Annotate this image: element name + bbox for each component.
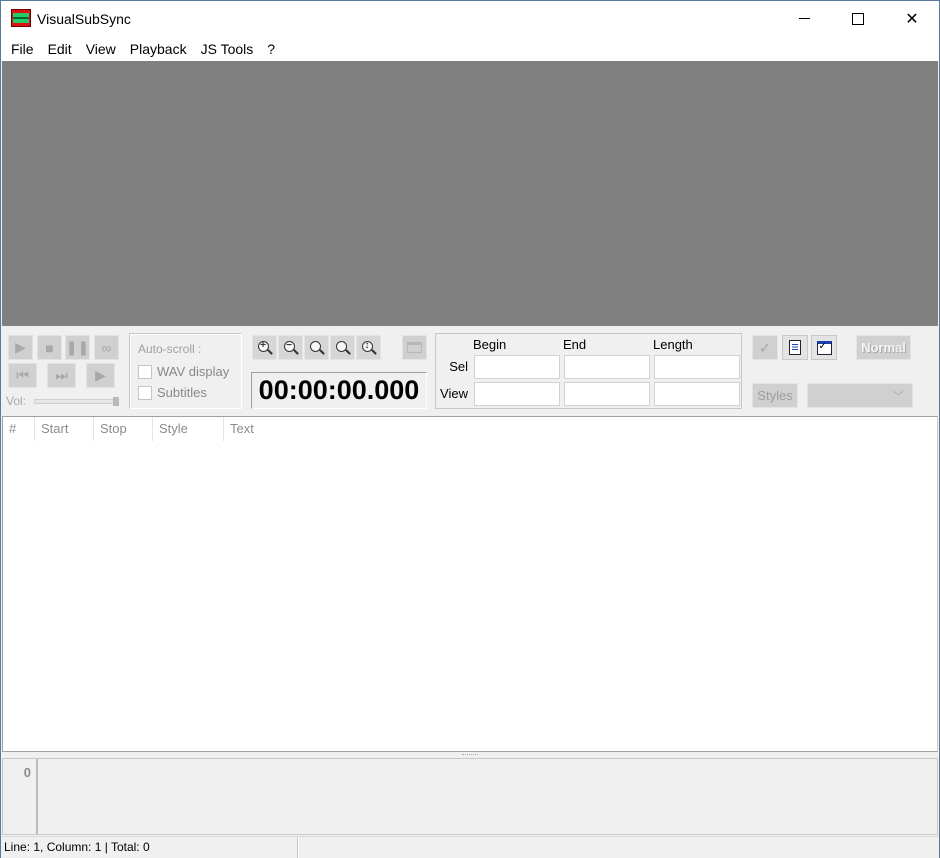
style-select[interactable]: ﹀ <box>807 383 913 408</box>
window-title: VisualSubSync <box>37 11 131 27</box>
list-header: # Start Stop Style Text <box>3 417 937 441</box>
view-begin-field[interactable] <box>474 382 560 406</box>
checkbox-box[interactable] <box>138 364 152 379</box>
line-number: 0 <box>23 765 31 780</box>
list-splitter-handle[interactable] <box>462 754 478 757</box>
menu-edit[interactable]: Edit <box>41 41 79 57</box>
sel-end-field[interactable] <box>564 355 650 379</box>
menu-help[interactable]: ? <box>260 41 282 57</box>
play-button[interactable]: ▶ <box>8 335 33 360</box>
minimize-icon <box>798 18 810 19</box>
video-area <box>2 61 938 326</box>
checklist-button[interactable] <box>811 335 837 360</box>
timecode-display: 00:00:00.000 <box>251 372 427 409</box>
zoom-all-button[interactable] <box>330 335 355 360</box>
subtitles-checkbox[interactable]: Subtitles <box>138 385 207 400</box>
status-divider <box>297 837 299 858</box>
title-bar: VisualSubSync ✕ <box>1 1 939 36</box>
column-header-stop[interactable]: Stop <box>94 417 153 441</box>
close-icon: ✕ <box>905 10 919 28</box>
play-icon: ▶ <box>15 339 26 355</box>
menu-bar: File Edit View Playback JS Tools ? <box>1 36 939 61</box>
zoom-out-icon: − <box>283 340 299 355</box>
toolbar: ▶ ■ ❚❚ ∞ ⏮ ⏭ ▶ Vol: Auto-scroll : WAV di… <box>1 327 939 415</box>
zoom-all-icon <box>335 340 351 355</box>
view-end-field[interactable] <box>564 382 650 406</box>
menu-playback[interactable]: Playback <box>123 41 194 57</box>
app-window: VisualSubSync ✕ File Edit View Playback … <box>0 0 940 858</box>
document-icon <box>789 340 801 355</box>
maximize-button[interactable] <box>831 1 885 36</box>
wav-display-checkbox[interactable]: WAV display <box>138 364 229 379</box>
sel-length-field[interactable] <box>654 355 740 379</box>
scene-change-button[interactable] <box>402 335 427 360</box>
subtitles-label: Subtitles <box>157 385 207 400</box>
check-button[interactable]: ✓ <box>752 335 778 360</box>
subtitle-list[interactable]: # Start Stop Style Text <box>2 416 938 752</box>
selection-panel: Begin End Length Sel View <box>435 333 742 409</box>
zoom-vertical-button[interactable]: ↕ <box>356 335 381 360</box>
menu-file[interactable]: File <box>4 41 41 57</box>
play-to-end-icon: ▶ <box>95 367 106 383</box>
volume-slider-thumb[interactable] <box>113 397 119 406</box>
play-to-end-button[interactable]: ▶ <box>86 363 115 388</box>
skip-back-icon: ⏮ <box>16 367 29 383</box>
clapperboard-icon <box>407 342 422 353</box>
column-header-number[interactable]: # <box>3 417 35 441</box>
autoscroll-group: Auto-scroll : WAV display Subtitles <box>129 333 242 409</box>
zoom-in-icon: + <box>257 340 273 355</box>
skip-forward-icon: ⏭ <box>55 367 68 383</box>
loop-icon: ∞ <box>101 339 112 356</box>
pause-icon: ❚❚ <box>65 339 90 355</box>
chevron-down-icon: ﹀ <box>893 391 904 403</box>
close-button[interactable]: ✕ <box>885 1 939 36</box>
subtitle-editor[interactable]: 0 <box>2 758 938 835</box>
stop-button[interactable]: ■ <box>37 335 62 360</box>
row-view-label: View <box>440 386 468 401</box>
normal-mode-button[interactable]: Normal <box>856 335 911 360</box>
styles-button[interactable]: Styles <box>752 383 798 408</box>
minimize-button[interactable] <box>777 1 831 36</box>
stop-icon: ■ <box>45 339 54 356</box>
volume-slider[interactable] <box>34 399 118 404</box>
status-position: Line: 1, Column: 1 | Total: 0 <box>4 840 150 854</box>
sel-begin-field[interactable] <box>474 355 560 379</box>
skip-back-button[interactable]: ⏮ <box>8 363 37 388</box>
zoom-selection-icon <box>309 340 325 355</box>
checkmark-icon: ✓ <box>758 339 772 357</box>
maximize-icon <box>852 12 864 25</box>
zoom-selection-button[interactable] <box>304 335 329 360</box>
wav-display-label: WAV display <box>157 364 230 379</box>
status-bar: Line: 1, Column: 1 | Total: 0 <box>1 836 939 858</box>
checkbox-box[interactable] <box>138 385 152 400</box>
column-end: End <box>563 337 587 352</box>
column-length: Length <box>653 337 693 352</box>
column-begin: Begin <box>473 337 507 352</box>
autoscroll-label: Auto-scroll : <box>138 342 202 356</box>
column-header-start[interactable]: Start <box>35 417 94 441</box>
loop-button[interactable]: ∞ <box>94 335 119 360</box>
view-length-field[interactable] <box>654 382 740 406</box>
zoom-out-button[interactable]: − <box>278 335 303 360</box>
line-gutter: 0 <box>3 759 38 834</box>
checklist-icon <box>816 340 832 355</box>
row-sel-label: Sel <box>449 359 468 374</box>
document-button[interactable] <box>782 335 808 360</box>
column-header-text[interactable]: Text <box>224 417 937 441</box>
pause-button[interactable]: ❚❚ <box>65 335 90 360</box>
zoom-vertical-icon: ↕ <box>361 340 377 355</box>
menu-js-tools[interactable]: JS Tools <box>194 41 261 57</box>
skip-forward-button[interactable]: ⏭ <box>47 363 76 388</box>
app-logo-icon <box>11 9 31 27</box>
column-header-style[interactable]: Style <box>153 417 224 441</box>
menu-view[interactable]: View <box>79 41 123 57</box>
zoom-in-button[interactable]: + <box>252 335 277 360</box>
volume-label: Vol: <box>6 394 27 408</box>
